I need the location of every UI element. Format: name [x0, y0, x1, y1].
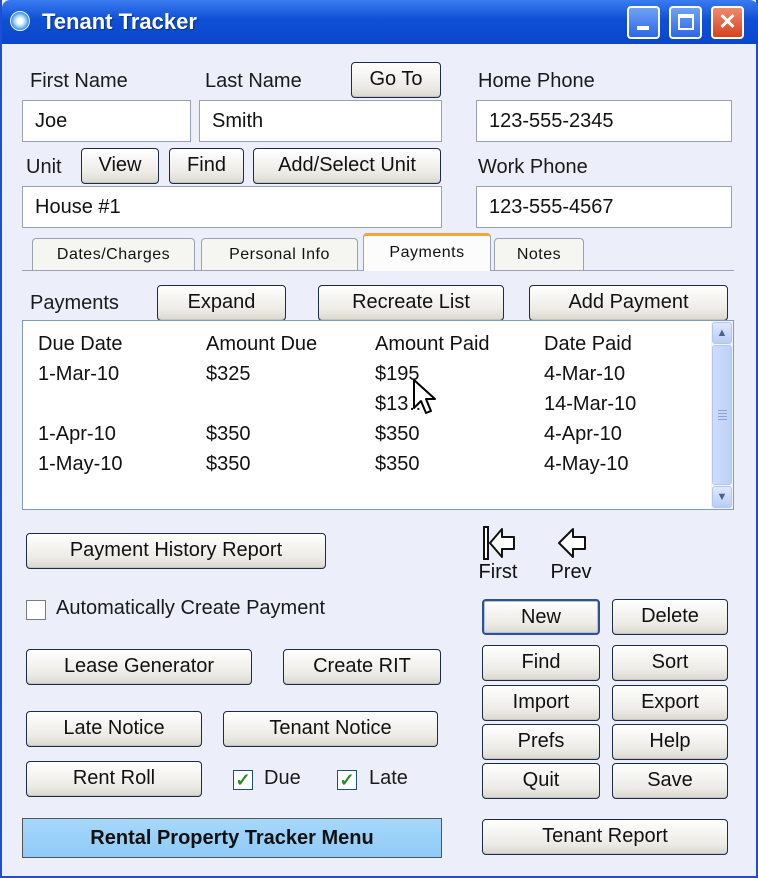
home-phone-label: Home Phone: [478, 70, 595, 92]
view-unit-button[interactable]: View: [81, 148, 159, 184]
row-2-date-paid: 4-Apr-10: [544, 423, 622, 445]
unit-field[interactable]: House #1: [22, 186, 442, 228]
scroll-thumb[interactable]: [712, 345, 732, 485]
prev-arrow-icon: [558, 528, 586, 558]
payments-list[interactable]: Due Date Amount Due Amount Paid Date Pai…: [22, 320, 734, 510]
add-payment-button[interactable]: Add Payment: [529, 285, 728, 321]
payment-history-report-button[interactable]: Payment History Report: [26, 533, 326, 569]
scroll-grip-icon: [718, 413, 727, 414]
first-record-button[interactable]: First: [472, 525, 524, 584]
row-2-amount-paid: $350: [375, 423, 420, 445]
tenant-tracker-window: Tenant Tracker ✕ First Name Last Name Go…: [0, 0, 758, 878]
mouse-cursor-icon: [413, 379, 436, 414]
tab-notes[interactable]: Notes: [494, 238, 584, 270]
column-header-amount-due: Amount Due: [206, 333, 318, 355]
add-select-unit-button[interactable]: Add/Select Unit: [253, 148, 441, 184]
last-name-field[interactable]: Smith: [199, 100, 442, 142]
prev-record-button[interactable]: Prev: [543, 525, 599, 584]
row-1-date-paid: 14-Mar-10: [544, 393, 637, 415]
payments-scrollbar[interactable]: ▲ ▼: [711, 321, 733, 509]
tab-dates-charges[interactable]: Dates/Charges: [32, 238, 195, 270]
app-icon: [10, 11, 30, 31]
work-phone-label: Work Phone: [478, 156, 588, 178]
row-2-due-date: 1-Apr-10: [38, 423, 116, 445]
first-name-field[interactable]: Joe: [22, 100, 191, 142]
scroll-grip-icon: [718, 416, 727, 417]
late-checkbox[interactable]: ✓: [337, 770, 357, 790]
minimize-button[interactable]: [627, 6, 660, 39]
sort-button[interactable]: Sort: [612, 645, 728, 681]
work-phone-field[interactable]: 123-555-4567: [476, 186, 732, 228]
first-name-label: First Name: [30, 70, 128, 92]
expand-button[interactable]: Expand: [157, 285, 286, 321]
late-notice-button[interactable]: Late Notice: [26, 711, 202, 747]
auto-create-payment-label: Automatically Create Payment: [56, 597, 326, 619]
title-bar[interactable]: Tenant Tracker ✕: [2, 0, 758, 44]
last-name-label: Last Name: [205, 70, 302, 92]
unit-label: Unit: [26, 156, 62, 178]
tab-payments[interactable]: Payments: [363, 233, 491, 271]
maximize-button[interactable]: [669, 6, 702, 39]
scroll-grip-icon: [718, 419, 727, 420]
prefs-button[interactable]: Prefs: [482, 724, 600, 760]
tenant-report-button[interactable]: Tenant Report: [482, 819, 728, 855]
import-button[interactable]: Import: [482, 685, 600, 721]
first-arrow-icon: [483, 526, 515, 560]
tenant-notice-button[interactable]: Tenant Notice: [223, 711, 438, 747]
row-0-date-paid: 4-Mar-10: [544, 363, 626, 385]
rent-roll-button[interactable]: Rent Roll: [26, 761, 202, 797]
close-button[interactable]: ✕: [711, 6, 744, 39]
column-header-due-date: Due Date: [38, 333, 123, 355]
row-3-amount-paid: $350: [375, 453, 420, 475]
scroll-grip-icon: [718, 410, 727, 411]
column-header-date-paid: Date Paid: [544, 333, 632, 355]
create-rit-button[interactable]: Create RIT: [283, 649, 441, 685]
row-3-date-paid: 4-May-10: [544, 453, 629, 475]
auto-create-payment-checkbox[interactable]: [26, 600, 46, 620]
export-button[interactable]: Export: [612, 685, 728, 721]
maximize-icon: [678, 14, 694, 30]
find-unit-button[interactable]: Find: [169, 148, 244, 184]
row-0-due-date: 1-Mar-10: [38, 363, 120, 385]
payments-label: Payments: [30, 292, 119, 314]
close-icon: ✕: [718, 9, 737, 34]
prev-label: Prev: [550, 561, 592, 583]
find-button[interactable]: Find: [482, 645, 600, 681]
rental-property-tracker-menu-button[interactable]: Rental Property Tracker Menu: [22, 818, 442, 858]
home-phone-field[interactable]: 123-555-2345: [476, 100, 732, 142]
row-2-amount-due: $350: [206, 423, 251, 445]
late-label: Late: [369, 767, 408, 789]
window-title: Tenant Tracker: [42, 9, 197, 34]
recreate-list-button[interactable]: Recreate List: [318, 285, 504, 321]
save-button[interactable]: Save: [612, 763, 728, 799]
quit-button[interactable]: Quit: [482, 763, 600, 799]
due-checkbox[interactable]: ✓: [233, 770, 253, 790]
tab-personal-info[interactable]: Personal Info: [201, 238, 358, 270]
new-button[interactable]: New: [482, 599, 600, 635]
lease-generator-button[interactable]: Lease Generator: [26, 649, 252, 685]
row-3-amount-due: $350: [206, 453, 251, 475]
scroll-down-button[interactable]: ▼: [712, 486, 732, 508]
minimize-icon: [637, 26, 649, 30]
column-header-amount-paid: Amount Paid: [375, 333, 490, 355]
first-label: First: [478, 561, 518, 583]
help-button[interactable]: Help: [612, 724, 728, 760]
scroll-up-button[interactable]: ▲: [712, 322, 732, 344]
row-3-due-date: 1-May-10: [38, 453, 123, 475]
due-label: Due: [264, 767, 301, 789]
goto-button[interactable]: Go To: [351, 62, 441, 98]
row-0-amount-due: $325: [206, 363, 251, 385]
delete-button[interactable]: Delete: [612, 599, 728, 635]
